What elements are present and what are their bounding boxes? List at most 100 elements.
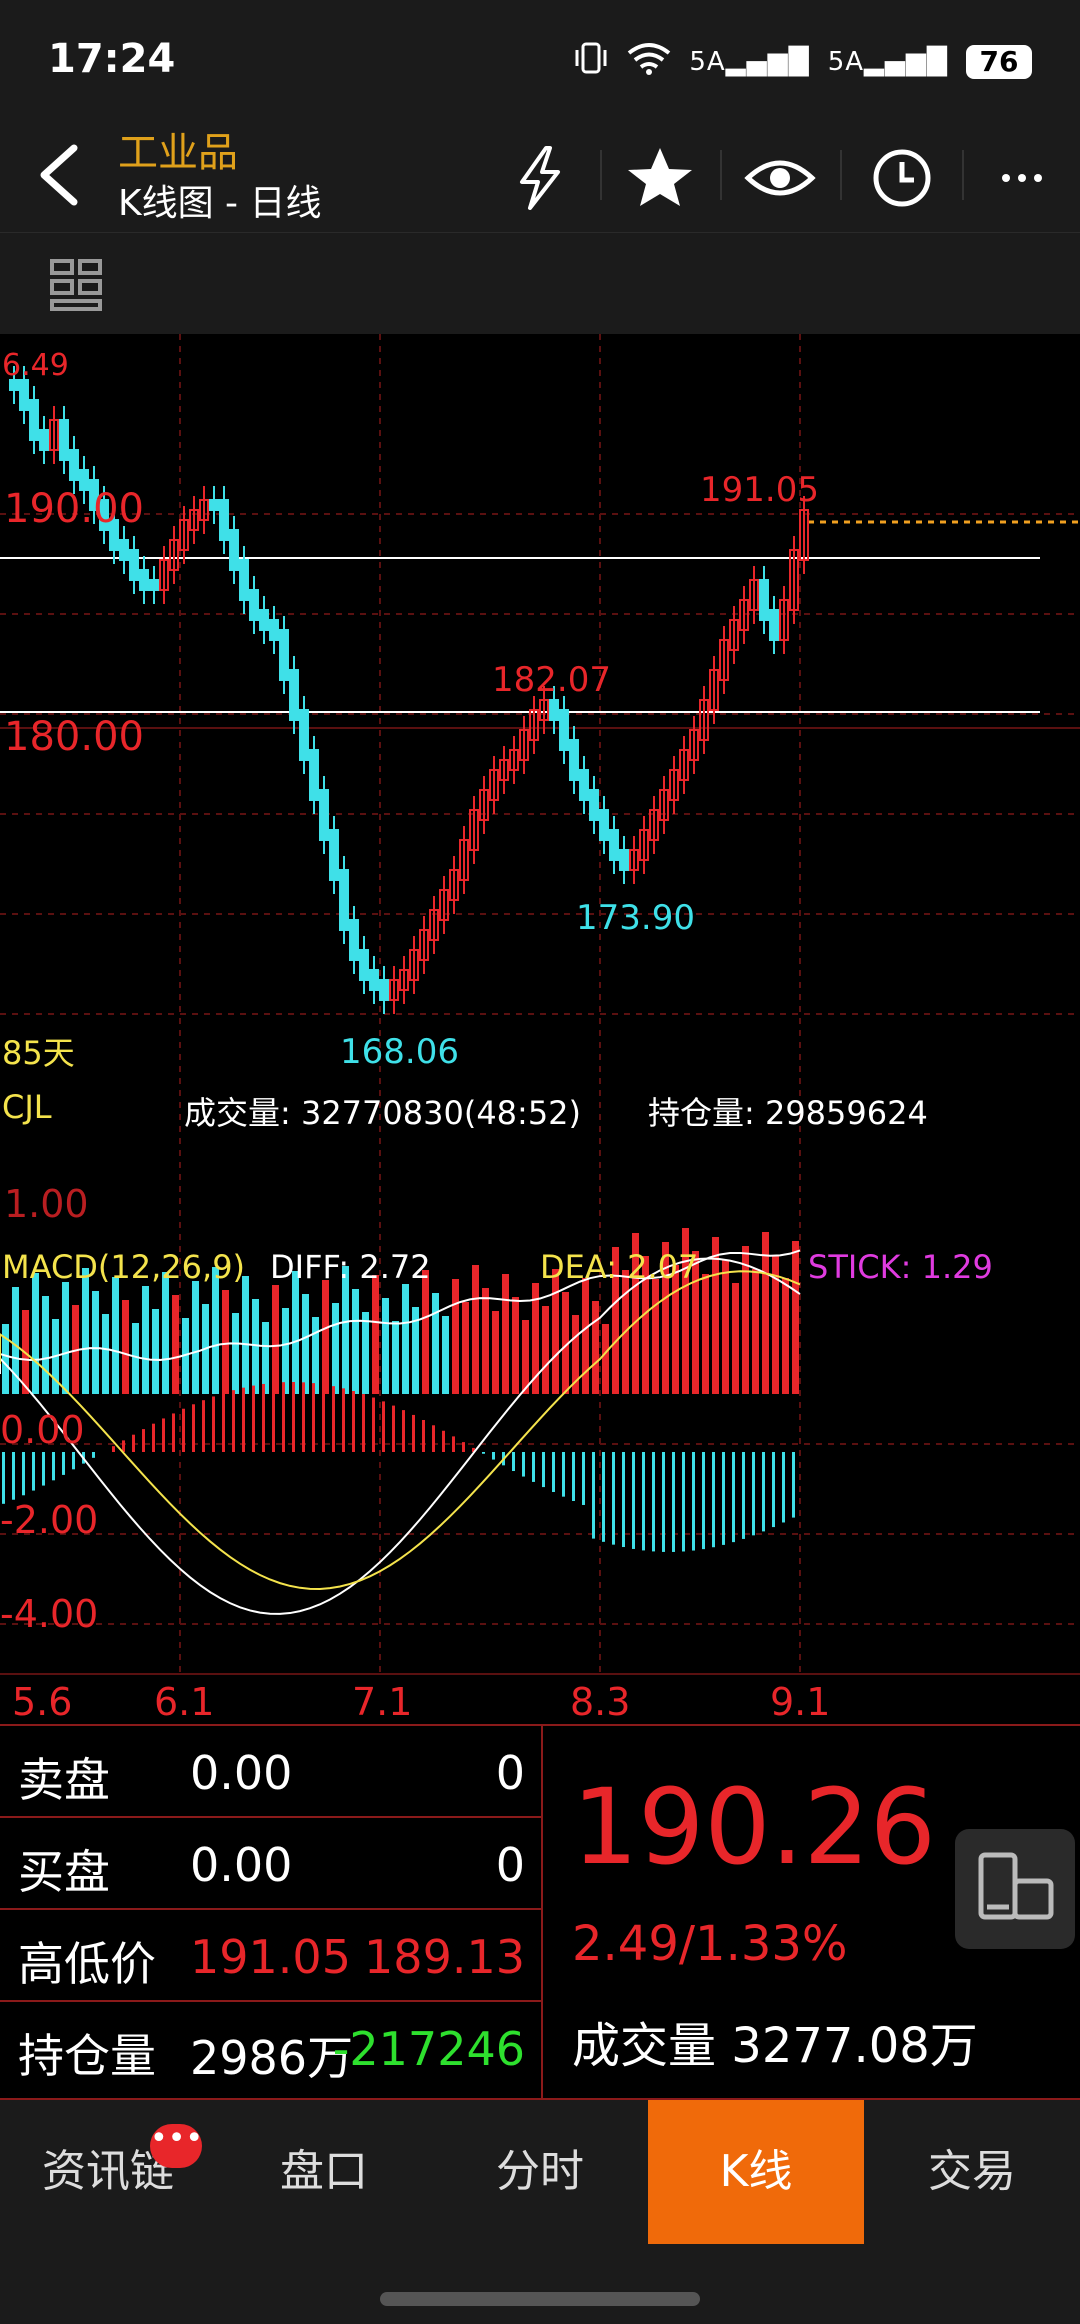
volume-bar [212, 1267, 219, 1394]
volume-bar [262, 1322, 269, 1394]
price-label-180: 180.00 [4, 714, 144, 760]
candle-body [209, 499, 219, 511]
volume-bar [362, 1312, 369, 1394]
macd-histogram-bar [662, 1452, 665, 1552]
back-icon[interactable] [30, 140, 90, 210]
candle-body [559, 709, 569, 751]
layout-grid-icon[interactable] [48, 257, 104, 313]
volume-bar [192, 1281, 199, 1394]
volume-value: 3277.08万 [731, 2018, 978, 2074]
candle-body [599, 809, 609, 841]
eye-icon[interactable] [740, 138, 820, 218]
home-indicator[interactable] [380, 2292, 700, 2306]
wifi-icon [627, 41, 671, 83]
volume-bar [282, 1308, 289, 1394]
volume-bar [132, 1323, 139, 1394]
macd-histogram-bar [22, 1452, 25, 1496]
status-time: 17:24 [48, 36, 176, 82]
high-price: 191.05 [190, 1930, 351, 1984]
macd-histogram-bar [312, 1383, 315, 1452]
page-subtitle: K线图 - 日线 [118, 183, 322, 224]
high-low-label: 高低价 [18, 1937, 156, 1991]
candle-body [329, 829, 339, 881]
screen-rotate-icon [978, 1852, 1054, 1920]
macd-histogram-bar [322, 1384, 325, 1452]
macd-histogram-bar [672, 1452, 675, 1552]
candle-body [359, 949, 369, 981]
more-icon[interactable] [982, 138, 1062, 218]
high-low-row: 高低价 191.05 189.13 [0, 1910, 543, 2002]
tab-news-chain[interactable]: 资讯链 ••• [0, 2100, 216, 2244]
candle-body [299, 709, 309, 761]
candle-body [279, 629, 289, 681]
macd-histogram-bar [332, 1386, 335, 1452]
chart-toolbar [0, 232, 1080, 334]
price-label-190: 190.00 [4, 486, 144, 532]
volume-bar [242, 1276, 249, 1394]
candle-body [549, 699, 559, 721]
volume-bar [542, 1306, 549, 1394]
macd-histogram-bar [442, 1430, 445, 1452]
volume-bar [752, 1269, 759, 1394]
volume-bar [382, 1298, 389, 1394]
macd-histogram-bar [72, 1452, 75, 1470]
macd-histogram-bar [642, 1452, 645, 1551]
candle-body [339, 869, 349, 931]
macd-histogram-bar [422, 1419, 425, 1452]
clock-icon[interactable] [862, 138, 942, 218]
macd-histogram-bar [342, 1388, 345, 1452]
volume-bar [172, 1295, 179, 1394]
macd-histogram-bar [562, 1452, 565, 1497]
open-interest-change: -217246 [332, 2022, 525, 2076]
macd-histogram-bar [622, 1452, 625, 1548]
macd-histogram-bar [252, 1385, 255, 1452]
kline-chart-canvas[interactable] [0, 334, 1080, 1724]
macd-axis-minus4: -4.00 [0, 1592, 99, 1636]
divider [720, 150, 722, 200]
lightning-icon[interactable] [500, 138, 580, 218]
macd-histogram-bar [32, 1452, 35, 1491]
sell-row[interactable]: 卖盘 0.00 0 [0, 1726, 543, 1818]
volume-bar [462, 1302, 469, 1394]
volume-indicator-label[interactable]: CJL [2, 1088, 52, 1126]
macd-histogram-bar [652, 1452, 655, 1552]
macd-histogram-bar [192, 1404, 195, 1452]
candle-body [59, 419, 69, 461]
tab-kline[interactable]: K线 [648, 2100, 864, 2244]
buy-row[interactable]: 买盘 0.00 0 [0, 1818, 543, 1910]
macd-histogram-bar [242, 1387, 245, 1452]
sell-qty: 0 [495, 1746, 525, 1800]
volume-bar [312, 1317, 319, 1394]
tab-order-book[interactable]: 盘口 [216, 2100, 432, 2244]
screen-toggle-button[interactable] [955, 1829, 1075, 1949]
volume-bar [432, 1293, 439, 1394]
volume-bar [712, 1237, 719, 1394]
tab-trade[interactable]: 交易 [864, 2100, 1080, 2244]
volume-bar [2, 1324, 9, 1394]
macd-histogram-bar [262, 1383, 265, 1452]
macd-histogram-bar [142, 1429, 145, 1452]
volume-bar [482, 1288, 489, 1394]
macd-histogram-bar [152, 1423, 155, 1452]
price-label-top: 6.49 [2, 348, 69, 383]
volume-bar [152, 1309, 159, 1394]
open-interest-text: 持仓量: 29859624 [648, 1094, 928, 1132]
tab-intraday[interactable]: 分时 [432, 2100, 648, 2244]
macd-indicator-label[interactable]: MACD(12,26,9) [2, 1248, 245, 1286]
macd-histogram-bar [632, 1452, 635, 1549]
macd-histogram-bar [162, 1418, 165, 1452]
candle-body [609, 829, 619, 861]
signal-icon-2: 5A▂▄▆█ [827, 47, 948, 77]
volume-bar [322, 1280, 329, 1394]
header: 工业品 K线图 - 日线 [0, 120, 1080, 232]
kline-chart[interactable]: 6.49 190.00 180.00 191.05 182.07 168.06 … [0, 334, 1080, 1724]
buy-label: 买盘 [18, 1845, 110, 1899]
macd-histogram-bar [612, 1452, 615, 1545]
volume-bar [782, 1278, 789, 1394]
volume-bar [42, 1296, 49, 1394]
candle-body [759, 579, 769, 621]
volume-bar [222, 1290, 229, 1394]
candle-body [229, 529, 239, 571]
star-icon[interactable] [620, 138, 700, 218]
volume-bar [252, 1299, 259, 1394]
